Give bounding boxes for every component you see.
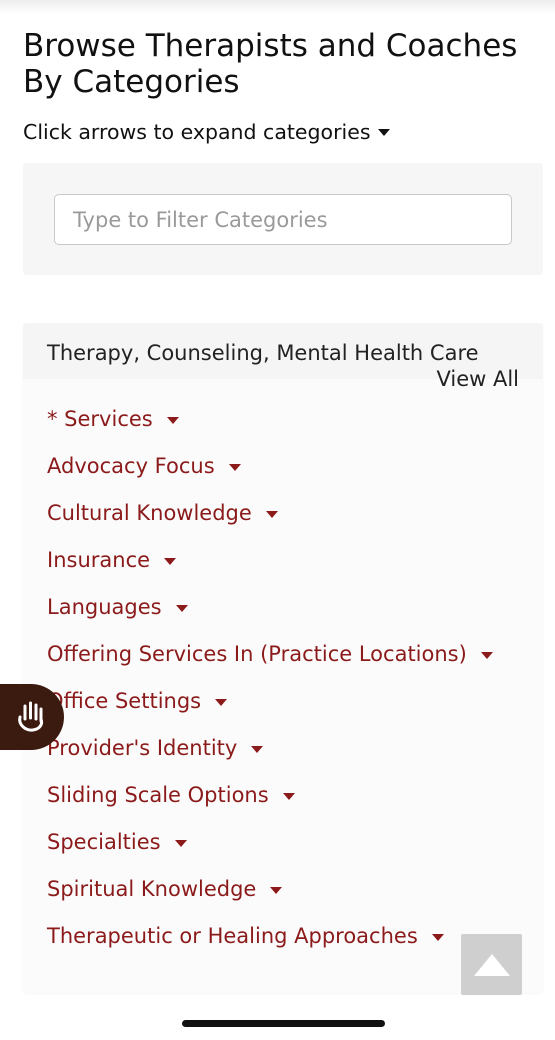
hand-wave-icon	[18, 701, 44, 732]
caret-down-icon[interactable]	[174, 840, 187, 847]
arrow-up-icon	[473, 953, 510, 976]
category-label: Advocacy Focus	[47, 454, 215, 478]
page-title: Browse Therapists and Coaches By Categor…	[23, 28, 518, 100]
category-label: Spiritual Knowledge	[47, 877, 257, 901]
category-label: * Services	[47, 407, 153, 431]
caret-down-icon[interactable]	[431, 934, 444, 941]
page: Browse Therapists and Coaches By Categor…	[0, 0, 555, 1040]
view-all-link[interactable]: View All	[436, 365, 519, 393]
category-item-insurance[interactable]: Insurance	[47, 546, 493, 593]
category-label: Office Settings	[47, 689, 202, 713]
filter-categories-input[interactable]	[54, 194, 512, 245]
category-label: Offering Services In (Practice Locations…	[47, 642, 467, 666]
caret-down-icon[interactable]	[215, 699, 228, 706]
home-indicator	[182, 1020, 385, 1027]
category-label: Therapeutic or Healing Approaches	[47, 924, 418, 948]
caret-down-icon[interactable]	[480, 652, 493, 659]
category-item-languages[interactable]: Languages	[47, 593, 493, 640]
category-label: Insurance	[47, 548, 151, 572]
category-item-providers-identity[interactable]: Provider's Identity	[47, 734, 493, 781]
category-label: Sliding Scale Options	[47, 783, 269, 807]
category-label: Languages	[47, 595, 162, 619]
instructions: Click arrows to expand categories	[23, 118, 390, 146]
category-item-advocacy-focus[interactable]: Advocacy Focus	[47, 452, 493, 499]
caret-down-icon[interactable]	[228, 464, 241, 471]
top-shadow	[0, 0, 555, 14]
category-item-sliding-scale-options[interactable]: Sliding Scale Options	[47, 781, 493, 828]
scroll-to-top-button[interactable]	[461, 934, 522, 995]
caret-down-icon[interactable]	[265, 511, 278, 518]
category-item-therapeutic-approaches[interactable]: Therapeutic or Healing Approaches	[47, 922, 493, 969]
category-label: Specialties	[47, 830, 161, 854]
caret-down-icon[interactable]	[282, 793, 295, 800]
caret-down-icon[interactable]	[175, 605, 188, 612]
section-title: Therapy, Counseling, Mental Health Care	[47, 341, 479, 365]
category-item-services[interactable]: * Services	[47, 405, 493, 452]
filter-panel	[23, 163, 543, 275]
category-card: Therapy, Counseling, Mental Health Care …	[23, 323, 543, 993]
category-item-office-settings[interactable]: Office Settings	[47, 687, 493, 734]
category-item-practice-locations[interactable]: Offering Services In (Practice Locations…	[47, 640, 493, 687]
caret-down-icon[interactable]	[251, 746, 264, 753]
caret-down-icon[interactable]	[166, 417, 179, 424]
category-list: * Services Advocacy Focus Cultural Knowl…	[47, 405, 493, 969]
instructions-text: Click arrows to expand categories	[23, 120, 371, 144]
category-item-specialties[interactable]: Specialties	[47, 828, 493, 875]
category-item-spiritual-knowledge[interactable]: Spiritual Knowledge	[47, 875, 493, 922]
category-label: Provider's Identity	[47, 736, 238, 760]
caret-down-icon[interactable]	[270, 887, 283, 894]
category-label: Cultural Knowledge	[47, 501, 252, 525]
accessibility-button[interactable]	[0, 684, 64, 750]
category-item-cultural-knowledge[interactable]: Cultural Knowledge	[47, 499, 493, 546]
caret-down-icon[interactable]	[164, 558, 177, 565]
caret-down-icon	[377, 128, 390, 136]
